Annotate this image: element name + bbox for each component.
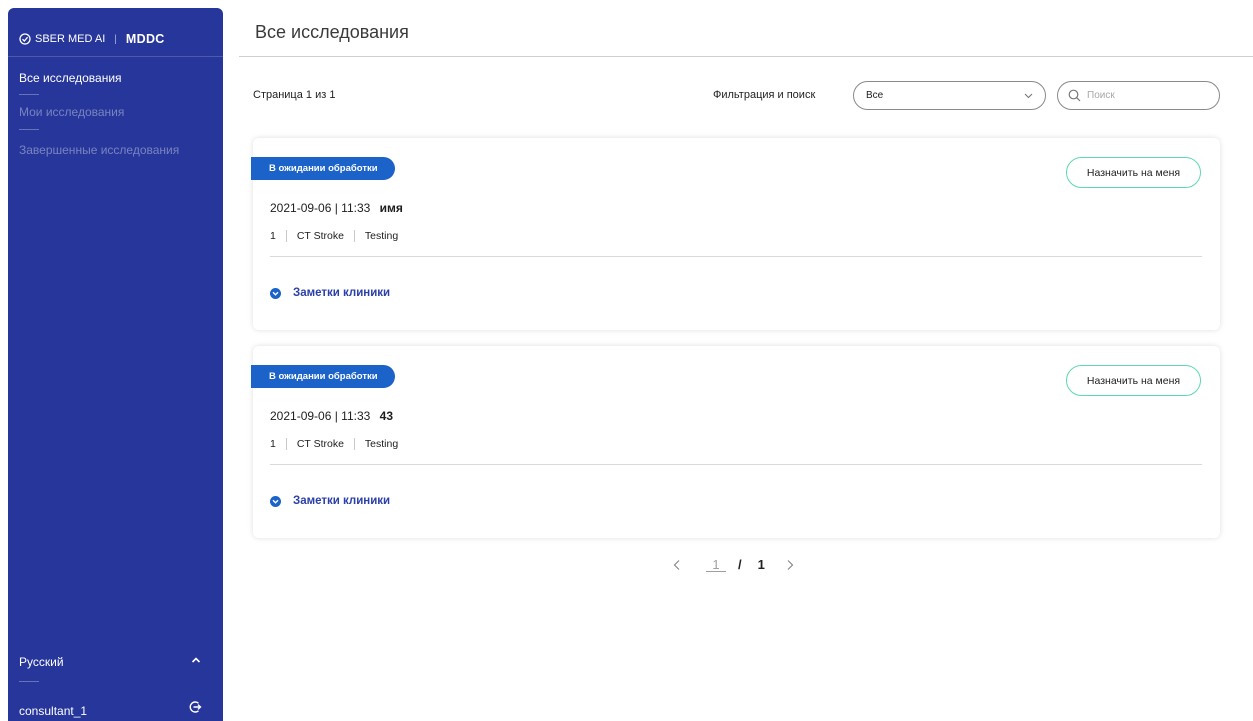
study-card: В ожидании обработки Назначить на меня 2… (251, 346, 1220, 538)
sidebar-item-completed-studies[interactable]: Завершенные исследования (19, 143, 179, 157)
language-selector[interactable]: Русский (19, 655, 64, 669)
study-datetime-row: 2021-09-06 | 11:33 43 (270, 409, 393, 423)
product-name: MDDC (125, 32, 165, 46)
search-box[interactable] (1057, 81, 1220, 110)
patient-name: 43 (379, 409, 394, 423)
divider (19, 681, 39, 682)
filter-label: Фильтрация и поиск (713, 89, 816, 101)
clinic-notes-label: Заметки клиники (293, 287, 391, 299)
user-name: consultant_1 (19, 704, 88, 718)
chevron-left-icon[interactable] (672, 559, 682, 571)
total-pages: 1 (757, 557, 765, 572)
clinic-notes-toggle[interactable]: Заметки клиники (270, 495, 390, 507)
chevron-down-circle-icon (270, 495, 281, 507)
sidebar-item-all-studies[interactable]: Все исследования (19, 71, 122, 85)
sidebar: SBER MED AI | MDDC Все исследования Мои … (8, 8, 223, 721)
divider (353, 438, 355, 450)
chevron-down-circle-icon (270, 287, 281, 299)
study-id: 1 (270, 230, 276, 242)
divider (19, 129, 39, 130)
patient-name: имя (379, 201, 403, 215)
divider (19, 94, 39, 95)
study-type: CT Stroke (296, 230, 344, 242)
study-card: В ожидании обработки Назначить на меня 2… (251, 138, 1220, 330)
pagination: 1 / 1 (672, 557, 795, 572)
study-tag: Testing (364, 438, 399, 450)
study-tag: Testing (364, 230, 399, 242)
current-page-input[interactable]: 1 (706, 558, 726, 572)
check-circle-icon (19, 33, 31, 45)
filter-select[interactable]: Все (853, 81, 1046, 110)
divider (285, 438, 287, 450)
brand-divider: | (114, 33, 117, 45)
clinic-notes-label: Заметки клиники (293, 495, 391, 507)
assign-to-me-button[interactable]: Назначить на меня (1066, 157, 1201, 188)
study-meta: 1 CT Stroke Testing (270, 230, 398, 242)
study-meta: 1 CT Stroke Testing (270, 438, 398, 450)
page-info: Страница 1 из 1 (253, 89, 336, 101)
brand-logo[interactable]: SBER MED AI | MDDC (19, 32, 165, 46)
divider (8, 56, 223, 57)
study-datetime: 2021-09-06 | 11:33 (270, 409, 371, 423)
status-badge: В ожидании обработки (251, 157, 395, 180)
study-id: 1 (270, 438, 276, 450)
logout-icon[interactable] (188, 700, 202, 714)
filter-select-value: Все (866, 90, 884, 101)
study-type: CT Stroke (296, 438, 344, 450)
divider (270, 256, 1202, 257)
chevron-right-icon[interactable] (785, 559, 795, 571)
brand-name: SBER MED AI (35, 33, 106, 45)
sidebar-item-my-studies[interactable]: Мои исследования (19, 105, 124, 119)
study-datetime-row: 2021-09-06 | 11:33 имя (270, 201, 403, 215)
page-separator: / (738, 557, 742, 572)
clinic-notes-toggle[interactable]: Заметки клиники (270, 287, 390, 299)
search-input[interactable] (1087, 90, 1197, 101)
chevron-up-icon[interactable] (190, 654, 202, 666)
divider (285, 230, 287, 242)
status-badge: В ожидании обработки (251, 365, 395, 388)
search-icon (1068, 89, 1081, 102)
study-datetime: 2021-09-06 | 11:33 (270, 201, 371, 215)
chevron-down-icon (1024, 93, 1033, 98)
divider (239, 56, 1253, 57)
assign-to-me-button[interactable]: Назначить на меня (1066, 365, 1201, 396)
page-title: Все исследования (255, 22, 409, 42)
divider (353, 230, 355, 242)
divider (270, 464, 1202, 465)
